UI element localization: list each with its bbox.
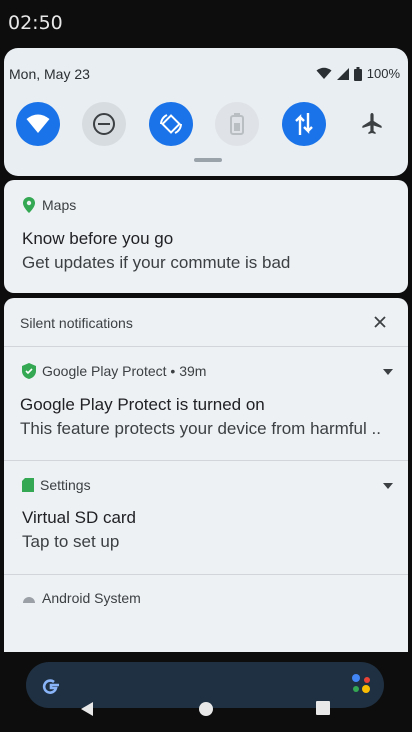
screen: 02:50 Mon, May 23 100% Maps Know before …: [0, 0, 412, 732]
silent-header: Silent notifications: [20, 315, 133, 331]
airplane-icon: [362, 113, 382, 134]
android-system-app-name: Android System: [42, 590, 141, 606]
do-not-disturb-tile[interactable]: [82, 102, 126, 146]
recents-icon[interactable]: [316, 701, 330, 715]
battery-status-icon: [353, 66, 362, 81]
settings-app-name: Settings: [40, 477, 91, 493]
navigation-bar: [0, 692, 412, 732]
maps-app-name: Maps: [42, 197, 77, 213]
android-system-notification[interactable]: Android System: [4, 575, 408, 652]
panel-drag-handle[interactable]: [194, 158, 222, 162]
auto-rotate-tile[interactable]: [149, 102, 193, 146]
mobile-data-tile[interactable]: [282, 102, 326, 146]
maps-icon: [23, 197, 35, 213]
expand-chevron-icon[interactable]: [382, 480, 394, 492]
settings-title: Virtual SD card: [22, 508, 137, 527]
mobile-data-icon: [295, 113, 313, 135]
maps-notification[interactable]: Maps Know before you go Get updates if y…: [4, 180, 408, 293]
home-icon[interactable]: [198, 701, 214, 717]
android-icon: [23, 597, 35, 603]
maps-body: Get updates if your commute is bad: [22, 253, 291, 272]
battery-percent: 100%: [366, 66, 400, 81]
settings-app-row: Settings: [22, 477, 91, 493]
auto-rotate-icon: [160, 114, 182, 134]
close-icon[interactable]: [374, 316, 386, 328]
battery-saver-tile[interactable]: [215, 102, 259, 146]
maps-app-row: Maps: [22, 197, 76, 213]
maps-title: Know before you go: [22, 229, 174, 248]
do-not-disturb-icon: [93, 113, 115, 135]
play-protect-app-row: Google Play Protect • 39m: [22, 363, 206, 379]
sd-card-icon: [22, 478, 34, 492]
play-protect-body: This feature protects your device from h…: [20, 419, 381, 438]
battery-saver-icon: [230, 113, 244, 135]
play-protect-title: Google Play Protect is turned on: [20, 395, 265, 414]
settings-body: Tap to set up: [22, 532, 120, 551]
wifi-status-icon: [316, 67, 332, 79]
settings-notification[interactable]: Settings Virtual SD card Tap to set up: [4, 461, 408, 574]
wifi-icon: [26, 114, 50, 133]
shield-icon: [22, 363, 36, 379]
silent-notifications-section: Silent notifications Google Play Protect…: [4, 298, 408, 652]
airplane-mode-tile[interactable]: [350, 102, 394, 146]
back-icon[interactable]: [79, 701, 95, 717]
qs-status-icons: 100%: [316, 66, 400, 81]
status-time: 02:50: [8, 12, 63, 34]
quick-settings-panel: Mon, May 23 100%: [4, 48, 408, 176]
play-protect-notification[interactable]: Google Play Protect • 39m Google Play Pr…: [4, 347, 408, 460]
qs-date[interactable]: Mon, May 23: [9, 66, 90, 82]
wifi-tile[interactable]: [16, 102, 60, 146]
play-protect-app-name: Google Play Protect • 39m: [42, 363, 207, 379]
expand-chevron-icon[interactable]: [382, 366, 394, 378]
cell-signal-icon: [336, 67, 349, 80]
android-system-app-row: Android System: [22, 590, 141, 606]
